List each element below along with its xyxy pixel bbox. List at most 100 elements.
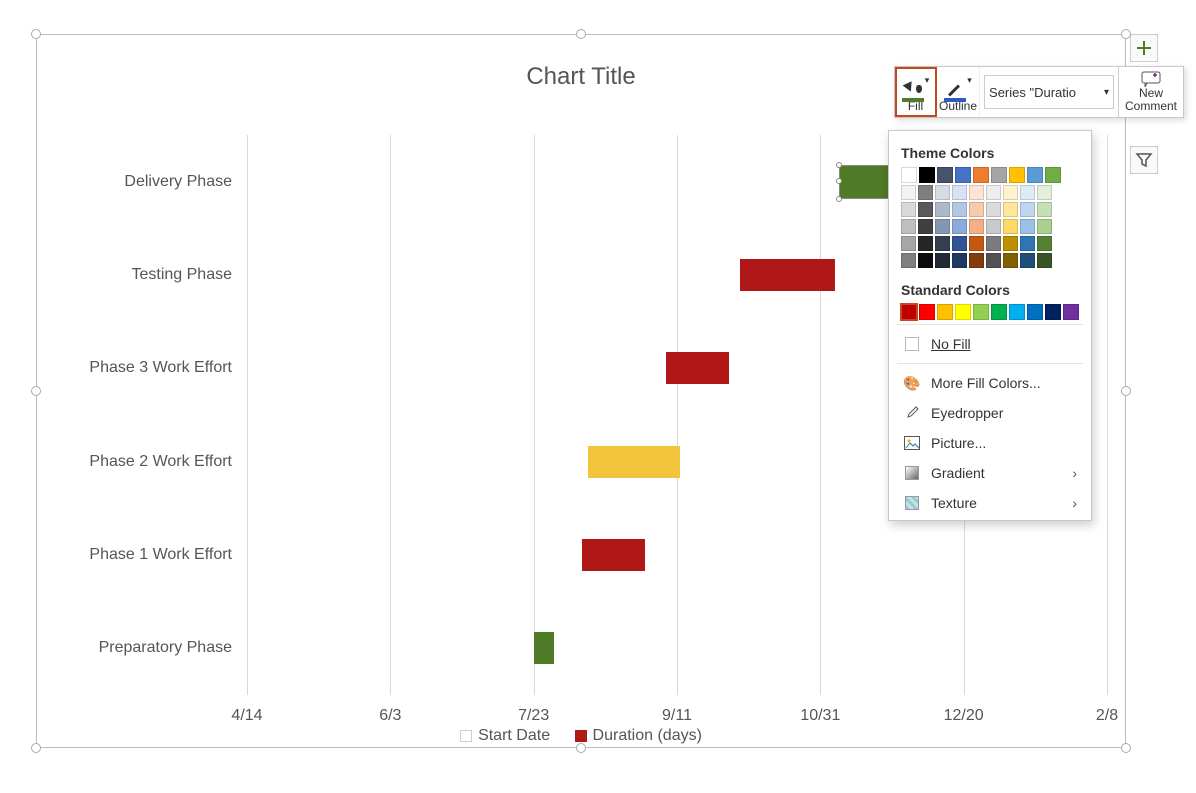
no-fill-icon xyxy=(903,335,921,353)
color-swatch[interactable] xyxy=(969,202,984,217)
data-bar[interactable] xyxy=(740,259,835,291)
color-swatch[interactable] xyxy=(901,253,916,268)
gradient-item[interactable]: Gradient › xyxy=(897,458,1083,488)
color-swatch[interactable] xyxy=(991,167,1007,183)
color-swatch[interactable] xyxy=(986,253,1001,268)
color-swatch[interactable] xyxy=(991,304,1007,320)
x-tick-label: 7/23 xyxy=(518,707,549,725)
more-fill-colors-item[interactable]: 🎨 More Fill Colors... xyxy=(897,368,1083,398)
color-swatch[interactable] xyxy=(952,202,967,217)
color-swatch[interactable] xyxy=(935,253,950,268)
color-swatch[interactable] xyxy=(1045,167,1061,183)
color-swatch[interactable] xyxy=(1037,185,1052,200)
color-swatch[interactable] xyxy=(952,219,967,234)
color-swatch[interactable] xyxy=(1003,185,1018,200)
color-swatch[interactable] xyxy=(1027,304,1043,320)
texture-icon xyxy=(903,494,921,512)
selection-handle[interactable] xyxy=(836,196,842,202)
no-fill-item[interactable]: No Fill xyxy=(897,329,1083,359)
color-swatch[interactable] xyxy=(1020,202,1035,217)
palette-icon: 🎨 xyxy=(903,374,921,392)
color-swatch[interactable] xyxy=(1020,185,1035,200)
chart-elements-button[interactable] xyxy=(1130,34,1158,62)
more-fill-colors-label: More Fill Colors... xyxy=(931,375,1041,391)
color-swatch[interactable] xyxy=(955,167,971,183)
color-swatch[interactable] xyxy=(937,304,953,320)
color-swatch[interactable] xyxy=(1037,219,1052,234)
color-swatch[interactable] xyxy=(952,236,967,251)
color-swatch[interactable] xyxy=(918,185,933,200)
selection-handle[interactable] xyxy=(836,162,842,168)
new-comment-button[interactable]: New Comment xyxy=(1118,67,1183,117)
color-swatch[interactable] xyxy=(1027,167,1043,183)
data-bar[interactable] xyxy=(588,446,680,478)
eyedropper-item[interactable]: Eyedropper xyxy=(897,398,1083,428)
color-swatch[interactable] xyxy=(969,253,984,268)
color-swatch[interactable] xyxy=(919,304,935,320)
color-swatch[interactable] xyxy=(918,202,933,217)
color-swatch[interactable] xyxy=(1003,236,1018,251)
color-swatch[interactable] xyxy=(1063,304,1079,320)
color-swatch[interactable] xyxy=(1037,253,1052,268)
resize-handle[interactable] xyxy=(31,29,41,39)
selection-handle[interactable] xyxy=(836,178,842,184)
color-swatch[interactable] xyxy=(918,219,933,234)
chart-filters-button[interactable] xyxy=(1130,146,1158,174)
color-swatch[interactable] xyxy=(918,236,933,251)
color-swatch[interactable] xyxy=(1020,236,1035,251)
color-swatch[interactable] xyxy=(901,185,916,200)
color-swatch[interactable] xyxy=(969,219,984,234)
color-swatch[interactable] xyxy=(986,219,1001,234)
color-swatch[interactable] xyxy=(1003,219,1018,234)
color-swatch[interactable] xyxy=(901,167,917,183)
color-swatch[interactable] xyxy=(901,304,917,320)
color-swatch[interactable] xyxy=(1045,304,1061,320)
series-selector[interactable]: Series "Duratio ▾ xyxy=(984,75,1114,109)
data-bar[interactable] xyxy=(582,539,645,571)
color-swatch[interactable] xyxy=(901,236,916,251)
fill-button[interactable]: ▾ Fill xyxy=(895,67,937,117)
color-swatch[interactable] xyxy=(935,185,950,200)
color-swatch[interactable] xyxy=(935,202,950,217)
color-swatch[interactable] xyxy=(919,167,935,183)
color-swatch[interactable] xyxy=(952,253,967,268)
color-swatch[interactable] xyxy=(986,236,1001,251)
data-bar[interactable] xyxy=(534,632,554,664)
legend[interactable]: Start Date Duration (days) xyxy=(37,727,1125,751)
color-swatch[interactable] xyxy=(973,304,989,320)
color-swatch[interactable] xyxy=(986,185,1001,200)
resize-handle[interactable] xyxy=(576,29,586,39)
data-bar[interactable] xyxy=(666,352,729,384)
color-swatch[interactable] xyxy=(1003,253,1018,268)
gridline xyxy=(677,135,678,695)
texture-item[interactable]: Texture › xyxy=(897,488,1083,518)
color-swatch[interactable] xyxy=(937,167,953,183)
color-swatch[interactable] xyxy=(1003,202,1018,217)
color-swatch[interactable] xyxy=(1009,167,1025,183)
outline-button[interactable]: ▾ Outline xyxy=(937,67,980,117)
color-swatch[interactable] xyxy=(955,304,971,320)
legend-swatch xyxy=(460,730,472,742)
color-swatch[interactable] xyxy=(1020,219,1035,234)
resize-handle[interactable] xyxy=(1121,29,1131,39)
color-swatch[interactable] xyxy=(952,185,967,200)
color-swatch[interactable] xyxy=(1037,202,1052,217)
legend-label: Duration (days) xyxy=(593,727,702,745)
color-swatch[interactable] xyxy=(1009,304,1025,320)
resize-handle[interactable] xyxy=(1121,386,1131,396)
color-swatch[interactable] xyxy=(1020,253,1035,268)
color-swatch[interactable] xyxy=(969,185,984,200)
color-swatch[interactable] xyxy=(986,202,1001,217)
color-swatch[interactable] xyxy=(901,202,916,217)
color-swatch[interactable] xyxy=(935,236,950,251)
color-swatch[interactable] xyxy=(901,219,916,234)
fill-dropdown: Theme Colors Standard Colors No Fill 🎨 M… xyxy=(888,130,1092,521)
color-swatch[interactable] xyxy=(973,167,989,183)
color-swatch[interactable] xyxy=(935,219,950,234)
color-swatch[interactable] xyxy=(1037,236,1052,251)
legend-item[interactable]: Duration (days) xyxy=(575,727,702,745)
picture-item[interactable]: Picture... xyxy=(897,428,1083,458)
legend-item[interactable]: Start Date xyxy=(460,727,550,745)
color-swatch[interactable] xyxy=(918,253,933,268)
color-swatch[interactable] xyxy=(969,236,984,251)
